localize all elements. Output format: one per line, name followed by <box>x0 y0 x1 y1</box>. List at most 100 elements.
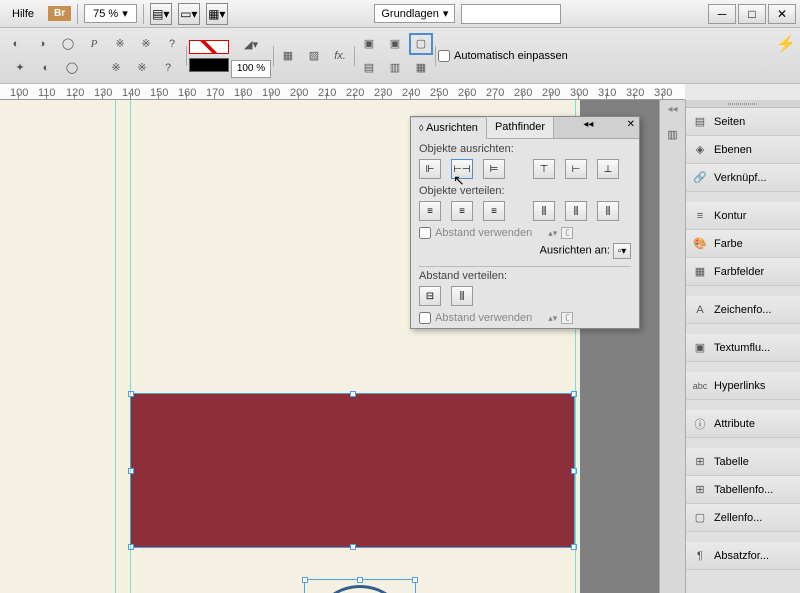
maximize-button[interactable]: □ <box>738 4 766 24</box>
panel-label: Tabellenfo... <box>714 484 773 496</box>
align-top-icon[interactable]: ⊤ <box>533 159 555 179</box>
cellstyles-panel-btn[interactable]: ▢Zellenfo... <box>686 504 800 532</box>
textwrap-panel-btn[interactable]: ▣Textumflu... <box>686 334 800 362</box>
close-button[interactable]: ✕ <box>768 4 796 24</box>
pages-panel-btn[interactable]: ▤Seiten <box>686 108 800 136</box>
fit-icon[interactable]: ▥ <box>383 57 407 79</box>
selection-handle[interactable] <box>571 468 577 474</box>
links-icon: 🔗 <box>692 170 708 186</box>
arrange-docs-icon[interactable]: ▦▾ <box>206 3 228 25</box>
tool-icon[interactable]: ◐ <box>34 57 58 79</box>
selection-handle[interactable] <box>350 391 356 397</box>
align-hcenter-icon[interactable]: ⊢⊣ <box>451 159 473 179</box>
tool-icon[interactable]: ※ <box>130 57 154 79</box>
selection-handle[interactable] <box>128 544 134 550</box>
table-panel-btn[interactable]: ⊞Tabelle <box>686 448 800 476</box>
spacing-input[interactable] <box>561 227 573 239</box>
tab-align[interactable]: ◊ Ausrichten <box>411 118 487 139</box>
use-spacing-check2[interactable] <box>419 312 431 324</box>
selection-handle[interactable] <box>571 544 577 550</box>
selection-handle[interactable] <box>302 577 308 583</box>
stroke-panel-btn[interactable]: ≡Kontur <box>686 202 800 230</box>
hyperlinks-panel-btn[interactable]: abcHyperlinks <box>686 372 800 400</box>
fit-icon[interactable]: ▣ <box>357 33 381 55</box>
align-panel[interactable]: ◊ Ausrichten Pathfinder ◂◂ ✕ Objekte aus… <box>410 116 640 329</box>
selection-handle[interactable] <box>128 468 134 474</box>
fill-swatch[interactable] <box>189 40 229 54</box>
minimize-button[interactable]: ─ <box>708 4 736 24</box>
panel-grip[interactable] <box>686 100 800 108</box>
links-panel-btn[interactable]: 🔗Verknüpf... <box>686 164 800 192</box>
help-icon[interactable]: ? <box>156 57 180 79</box>
autofit-checkbox[interactable]: Automatisch einpassen <box>438 50 568 62</box>
corner-icon[interactable]: ◢▾ <box>239 34 263 56</box>
swatches-icon: ▦ <box>692 264 708 280</box>
character-panel-btn[interactable]: AZeichenfo... <box>686 296 800 324</box>
dist-bottom-icon[interactable]: ≡ <box>483 201 505 221</box>
character-icon[interactable]: P <box>82 33 106 55</box>
attributes-panel-btn[interactable]: ⓘAttribute <box>686 410 800 438</box>
help-icon[interactable]: ? <box>160 33 184 55</box>
scale-input[interactable] <box>231 60 271 78</box>
shadow-icon[interactable]: ▨ <box>302 45 326 67</box>
fit-icon[interactable]: ▦ <box>409 57 433 79</box>
gpu-icon[interactable]: ⚡ <box>776 34 796 54</box>
red-rectangle[interactable] <box>130 393 575 548</box>
panel-icon[interactable]: ▥ <box>661 123 685 145</box>
dist-left-icon[interactable]: ⫼ <box>533 201 555 221</box>
tool-icon[interactable]: ◯ <box>56 33 80 55</box>
dist-vspace-icon[interactable]: ⊟ <box>419 286 441 306</box>
help-menu[interactable]: Hilfe <box>4 4 42 24</box>
dist-hcenter-icon[interactable]: ⫼ <box>565 201 587 221</box>
bridge-button[interactable]: Br <box>48 6 71 21</box>
fit-icon[interactable]: ▤ <box>357 57 381 79</box>
dist-hspace-icon[interactable]: ⫼ <box>451 286 473 306</box>
color-panel-btn[interactable]: 🎨Farbe <box>686 230 800 258</box>
align-right-icon[interactable]: ⊨ <box>483 159 505 179</box>
panel-label: Zellenfo... <box>714 512 762 524</box>
zoom-dropdown[interactable]: 75 %▾ <box>84 4 137 23</box>
alignto-dropdown[interactable]: ▫▾ <box>613 243 631 259</box>
selection-handle[interactable] <box>412 577 418 583</box>
tool-icon[interactable]: ※ <box>134 33 158 55</box>
selection-handle[interactable] <box>350 544 356 550</box>
search-input[interactable] <box>461 4 561 24</box>
guide[interactable] <box>115 100 116 593</box>
tool-icon[interactable]: ※ <box>104 57 128 79</box>
tablestyles-panel-btn[interactable]: ⊞Tabellenfo... <box>686 476 800 504</box>
selection-handle[interactable] <box>128 391 134 397</box>
fit-icon[interactable]: ▣ <box>383 33 407 55</box>
parastyles-icon: ¶ <box>692 548 708 564</box>
layers-panel-btn[interactable]: ◈Ebenen <box>686 136 800 164</box>
fx-icon[interactable]: fx. <box>328 45 352 67</box>
dist-vcenter-icon[interactable]: ≡ <box>451 201 473 221</box>
tool-icon[interactable]: ◯ <box>60 57 84 79</box>
opacity-icon[interactable]: ▦ <box>276 45 300 67</box>
expand-icon[interactable]: ◂◂ <box>667 104 677 115</box>
screen-mode-icon[interactable]: ▭▾ <box>178 3 200 25</box>
parastyles-panel-btn[interactable]: ¶Absatzfor... <box>686 542 800 570</box>
tool-icon[interactable]: ◐ <box>4 33 28 55</box>
align-bottom-icon[interactable]: ⊥ <box>597 159 619 179</box>
view-options-icon[interactable]: ▤▾ <box>150 3 172 25</box>
dist-top-icon[interactable]: ≡ <box>419 201 441 221</box>
guide[interactable] <box>130 100 131 593</box>
align-vcenter-icon[interactable]: ⊢ <box>565 159 587 179</box>
tab-pathfinder[interactable]: Pathfinder <box>487 117 554 138</box>
panel-close-icon[interactable]: ✕ <box>623 117 639 138</box>
fit-frame-icon[interactable]: ▢ <box>409 33 433 55</box>
spacing-input2[interactable] <box>561 312 573 324</box>
tool-icon[interactable]: ✦ <box>8 57 32 79</box>
autofit-check[interactable] <box>438 50 450 62</box>
tool-icon[interactable]: ※ <box>108 33 132 55</box>
selection-handle[interactable] <box>357 577 363 583</box>
use-spacing-check[interactable] <box>419 227 431 239</box>
selection-handle[interactable] <box>571 391 577 397</box>
swatches-panel-btn[interactable]: ▦Farbfelder <box>686 258 800 286</box>
align-left-icon[interactable]: ⊩ <box>419 159 441 179</box>
stroke-swatch[interactable] <box>189 58 229 72</box>
tool-icon[interactable]: ◑ <box>30 33 54 55</box>
panel-collapse-icon[interactable]: ◂◂ <box>579 117 597 138</box>
dist-right-icon[interactable]: ⫼ <box>597 201 619 221</box>
workspace-dropdown[interactable]: Grundlagen▾ <box>374 4 455 23</box>
